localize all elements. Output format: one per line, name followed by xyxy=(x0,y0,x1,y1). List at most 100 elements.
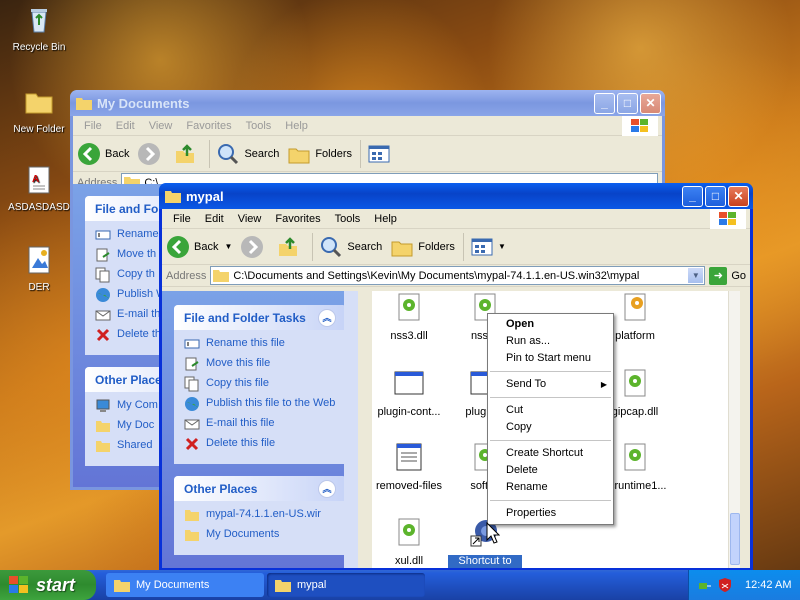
menu-favorites[interactable]: Favorites xyxy=(268,213,327,225)
task-label: E-mail this file xyxy=(206,417,275,429)
menu-help[interactable]: Help xyxy=(278,120,315,132)
menu-view[interactable]: View xyxy=(231,213,269,225)
desktop-icon-new-folder[interactable]: New Folder xyxy=(4,86,74,135)
menu-file[interactable]: File xyxy=(77,120,109,132)
collapse-chevron-icon[interactable]: ︽ xyxy=(318,479,336,498)
taskbar-button-my-documents[interactable]: My Documents xyxy=(106,573,264,597)
context-pin-start[interactable]: Pin to Start menu xyxy=(488,350,613,367)
place-label: Shared xyxy=(117,439,153,451)
context-send-to[interactable]: Send To ▶ xyxy=(488,376,613,393)
up-folder-button[interactable] xyxy=(173,142,201,166)
scrollbar-thumb[interactable] xyxy=(730,513,740,565)
toolbar: Back ▼ Search Folders ▼ xyxy=(162,229,750,265)
desktop-icon-recycle-bin[interactable]: Recycle Bin xyxy=(4,4,74,53)
menu-separator xyxy=(490,397,611,398)
task-move[interactable]: Move this file xyxy=(184,356,336,372)
context-rename[interactable]: Rename xyxy=(488,479,613,496)
search-icon xyxy=(218,143,239,164)
context-run-as[interactable]: Run as... xyxy=(488,333,613,350)
start-label: start xyxy=(36,574,76,595)
desktop-icon-label: DER xyxy=(28,282,50,293)
taskbar-button-mypal[interactable]: mypal xyxy=(267,573,425,597)
task-publish[interactable]: Publish this file to the Web xyxy=(184,396,336,412)
menu-file[interactable]: File xyxy=(166,213,198,225)
menu-favorites[interactable]: Favorites xyxy=(179,120,238,132)
minimize-button[interactable]: _ xyxy=(594,92,615,114)
address-field[interactable]: C:\Documents and Settings\Kevin\My Docum… xyxy=(210,266,706,285)
folder-icon xyxy=(275,579,291,592)
menu-help[interactable]: Help xyxy=(367,213,404,225)
task-pane: File and Folder Tasks ︽ Rename this file… xyxy=(162,291,358,568)
mypal-window[interactable]: mypal _ □ ✕ File Edit View Favorites Too… xyxy=(159,183,753,571)
context-copy[interactable]: Copy xyxy=(488,419,613,436)
window-titlebar[interactable]: My Documents _ □ ✕ xyxy=(70,90,665,116)
file-label: Shortcut to mypal xyxy=(448,555,522,568)
delete-icon xyxy=(96,328,110,342)
desktop-icon-label: ASDASDASD xyxy=(8,202,70,213)
menu-tools[interactable]: Tools xyxy=(328,213,368,225)
search-button[interactable]: Search xyxy=(319,235,382,259)
task-email[interactable]: E-mail this file xyxy=(184,416,336,432)
views-button[interactable]: ▼ xyxy=(470,235,506,259)
folders-label: Folders xyxy=(315,147,353,160)
context-open[interactable]: Open xyxy=(488,316,613,333)
address-bar: Address C:\Documents and Settings\Kevin\… xyxy=(162,265,750,287)
panel-header[interactable]: File and Folder Tasks ︽ xyxy=(174,305,346,330)
folders-label: Folders xyxy=(418,240,455,253)
up-folder-button[interactable] xyxy=(276,235,304,259)
back-button[interactable]: Back ▼ xyxy=(166,235,232,259)
collapse-chevron-icon[interactable]: ︽ xyxy=(318,308,336,327)
place-parent-folder[interactable]: mypal-74.1.1.en-US.wir xyxy=(184,507,336,523)
close-button[interactable]: ✕ xyxy=(640,92,661,114)
security-shield-icon[interactable] xyxy=(717,577,733,593)
context-properties[interactable]: Properties xyxy=(488,505,613,522)
desktop-icon-der[interactable]: DER xyxy=(4,244,74,293)
task-rename[interactable]: Rename this file xyxy=(184,336,336,352)
panel-header[interactable]: Other Places ︽ xyxy=(174,476,346,501)
minimize-button[interactable]: _ xyxy=(682,185,703,207)
folder-icon xyxy=(76,97,92,110)
start-button[interactable]: start xyxy=(0,570,96,600)
address-dropdown-button[interactable]: ▼ xyxy=(687,267,705,284)
file-item[interactable]: xul.dll xyxy=(372,516,446,567)
file-item[interactable]: nss3.dll xyxy=(372,291,446,342)
views-button[interactable] xyxy=(367,142,395,166)
desktop-icon-asdasdasd[interactable]: A ASDASDASD xyxy=(4,164,74,213)
place-label: My Doc xyxy=(117,419,155,431)
context-create-shortcut[interactable]: Create Shortcut xyxy=(488,445,613,462)
go-button[interactable]: ➜ Go xyxy=(709,266,746,285)
context-cut[interactable]: Cut xyxy=(488,402,613,419)
context-delete[interactable]: Delete xyxy=(488,462,613,479)
folders-button[interactable]: Folders xyxy=(390,235,455,259)
place-my-documents[interactable]: My Documents xyxy=(184,527,336,543)
task-copy[interactable]: Copy this file xyxy=(184,376,336,392)
forward-button[interactable] xyxy=(240,235,268,259)
menu-tools[interactable]: Tools xyxy=(239,120,279,132)
menu-view[interactable]: View xyxy=(142,120,180,132)
task-delete[interactable]: Delete this file xyxy=(184,436,336,452)
document-icon: A xyxy=(28,166,50,194)
forward-button[interactable] xyxy=(137,142,165,166)
close-button[interactable]: ✕ xyxy=(728,185,749,207)
file-label: removed-files xyxy=(375,480,443,492)
folders-button[interactable]: Folders xyxy=(287,142,352,166)
task-pane-scrollbar[interactable] xyxy=(344,291,358,568)
windows-logo-icon xyxy=(710,209,746,229)
network-icon[interactable] xyxy=(697,577,713,593)
menu-edit[interactable]: Edit xyxy=(109,120,142,132)
menu-edit[interactable]: Edit xyxy=(198,213,231,225)
search-button[interactable]: Search xyxy=(216,142,279,166)
views-icon xyxy=(471,238,493,255)
computer-icon xyxy=(96,399,110,412)
back-button[interactable]: Back xyxy=(77,142,129,166)
window-titlebar[interactable]: mypal _ □ ✕ xyxy=(159,183,753,209)
file-item[interactable]: removed-files xyxy=(372,441,446,492)
file-item[interactable]: plugin-cont... xyxy=(372,367,446,418)
maximize-button[interactable]: □ xyxy=(617,92,638,114)
chevron-down-icon[interactable]: ▼ xyxy=(224,242,232,251)
folders-icon xyxy=(288,148,310,163)
file-list-scrollbar[interactable] xyxy=(728,291,740,568)
recycle-bin-icon xyxy=(31,9,47,33)
maximize-button[interactable]: □ xyxy=(705,185,726,207)
clock[interactable]: 12:42 AM xyxy=(745,579,791,591)
